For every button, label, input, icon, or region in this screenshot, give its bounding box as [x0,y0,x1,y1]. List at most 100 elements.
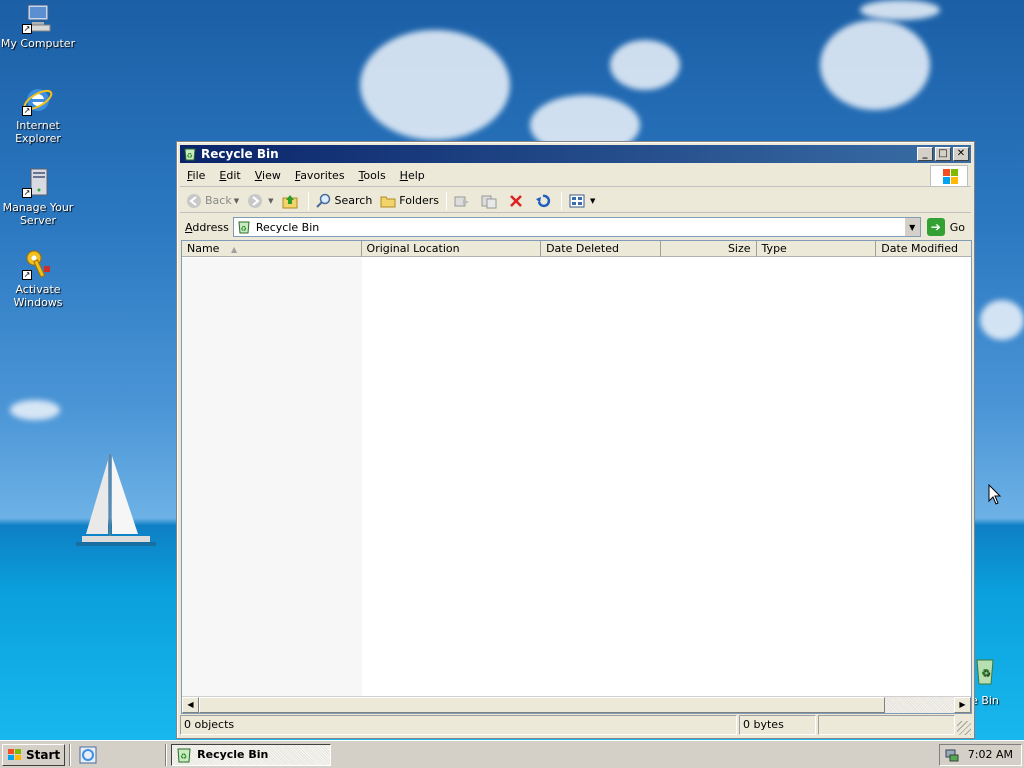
desktop-icon-label: Explorer [15,132,61,145]
delete-button[interactable] [504,190,531,212]
move-to-button[interactable] [450,190,477,212]
sorted-column-highlight [182,258,362,698]
column-header-type[interactable]: Type [757,241,877,257]
horizontal-scrollbar[interactable]: ◀ ▶ [182,696,971,713]
back-label: Back [205,194,232,207]
shortcut-arrow-icon: ↗ [22,24,32,34]
toolbar-separator [446,191,448,210]
folders-label: Folders [399,194,440,207]
search-icon [315,193,330,208]
forward-button[interactable]: ▼ [243,190,277,212]
up-folder-button[interactable] [278,190,305,212]
system-tray: 7:02 AM [938,743,1022,766]
start-button[interactable]: Start [2,743,66,766]
cloud [610,40,680,90]
go-arrow-icon: ➔ [926,218,945,236]
desktop-icon-manage-your-server[interactable]: ↗ Manage Your Server [0,166,76,227]
address-value: Recycle Bin [255,220,320,234]
close-button[interactable]: ✕ [953,147,969,161]
clock[interactable]: 7:02 AM [968,748,1013,761]
column-header-date-modified[interactable]: Date Modified [876,241,971,257]
internet-explorer-icon: ↗ [22,84,54,116]
toolbar-separator [561,191,563,210]
mouse-cursor-icon [988,484,1002,505]
search-label: Search [334,194,373,207]
sailboat-image [76,454,156,546]
scroll-left-button[interactable]: ◀ [182,697,199,713]
menu-view[interactable]: View [248,167,288,185]
column-headers: Name ▲ Original Location Date Deleted Si… [182,241,971,257]
desktop-icon-label: Activate [15,283,61,296]
cloud [820,20,930,110]
folder-icon [380,196,396,207]
recycle-bin-icon: ♻ [976,659,994,685]
file-list-view[interactable]: Name ▲ Original Location Date Deleted Si… [181,240,972,714]
shortcut-arrow-icon: ↗ [22,106,32,116]
status-object-count: 0 objects [180,715,737,735]
scroll-right-button[interactable]: ▶ [954,697,971,713]
desktop-icon-my-computer[interactable]: ↗ My Computer [0,2,76,50]
recycle-bin-icon: ♻ [238,221,250,234]
svg-text:♻: ♻ [240,225,246,233]
taskbar-button-label: Recycle Bin [197,748,269,761]
taskbar: Start ♻ Recycle Bin 7:02 AM [0,740,1024,768]
address-input[interactable]: ♻ Recycle Bin ▼ [232,217,921,237]
address-bar: Address ♻ Recycle Bin ▼ ➔ Go [180,215,971,239]
menu-file[interactable]: File [180,167,212,185]
svg-text:♻: ♻ [981,668,990,679]
folders-button[interactable]: Folders [376,190,443,212]
up-folder-icon [282,194,297,208]
taskbar-button-recycle-bin[interactable]: ♻ Recycle Bin [171,743,332,766]
maximize-button[interactable]: □ [935,147,951,161]
windows-flag-icon [8,748,21,760]
copy-to-button[interactable] [477,190,504,212]
toolbar-separator [307,191,309,210]
cloud [10,400,60,420]
menu-favorites[interactable]: Favorites [288,167,352,185]
desktop-icon-internet-explorer[interactable]: ↗ Internet Explorer [0,84,76,145]
chevron-down-icon: ▼ [233,196,240,205]
column-header-name[interactable]: Name ▲ [182,241,362,257]
status-bar: 0 objects 0 bytes [180,715,971,735]
server-icon: ↗ [22,166,54,198]
address-dropdown-button[interactable]: ▼ [903,218,920,236]
explorer-window: ♻ Recycle Bin _ □ ✕ File Edit View Favor… [176,141,975,739]
column-header-size[interactable]: Size [661,241,757,257]
recycle-bin-icon: ♻ [184,148,196,161]
desktop-icon-activate-windows[interactable]: ↗ Activate Windows [0,248,76,309]
views-button[interactable]: ▼ [565,190,599,212]
cloud [360,30,510,140]
copy-to-icon [481,195,497,208]
scroll-track[interactable] [885,697,954,713]
shortcut-arrow-icon: ↗ [22,270,32,280]
go-button[interactable]: ➔ Go [921,218,971,236]
menu-help[interactable]: Help [393,167,432,185]
key-icon: ↗ [22,248,54,280]
undo-button[interactable] [531,190,558,212]
desktop-icon-label: Windows [13,296,63,309]
menu-tools[interactable]: Tools [352,167,393,185]
undo-icon [536,194,551,207]
forward-arrow-icon [248,193,263,208]
title-bar[interactable]: ♻ Recycle Bin _ □ ✕ [180,145,971,163]
status-zone [818,715,955,735]
minimize-button[interactable]: _ [917,147,933,161]
start-label: Start [26,747,61,762]
chevron-down-icon: ▼ [590,196,596,205]
back-button[interactable]: Back ▼ [182,190,243,212]
back-arrow-icon [187,193,201,208]
menu-edit[interactable]: Edit [212,167,247,185]
recycle-bin-icon: ♻ [177,748,191,762]
column-header-original-location[interactable]: Original Location [362,241,542,257]
cloud [980,300,1024,340]
windows-logo-icon [930,165,968,187]
column-header-label: Name [187,242,220,255]
desktop-icon-label: Server [19,214,57,227]
network-icon[interactable] [944,747,960,763]
quick-launch-ie-icon[interactable] [79,746,97,764]
resize-grip[interactable] [957,721,971,735]
search-button[interactable]: Search [312,190,377,212]
scroll-thumb[interactable] [199,697,885,713]
address-label: Address [185,220,229,234]
column-header-date-deleted[interactable]: Date Deleted [541,241,661,257]
